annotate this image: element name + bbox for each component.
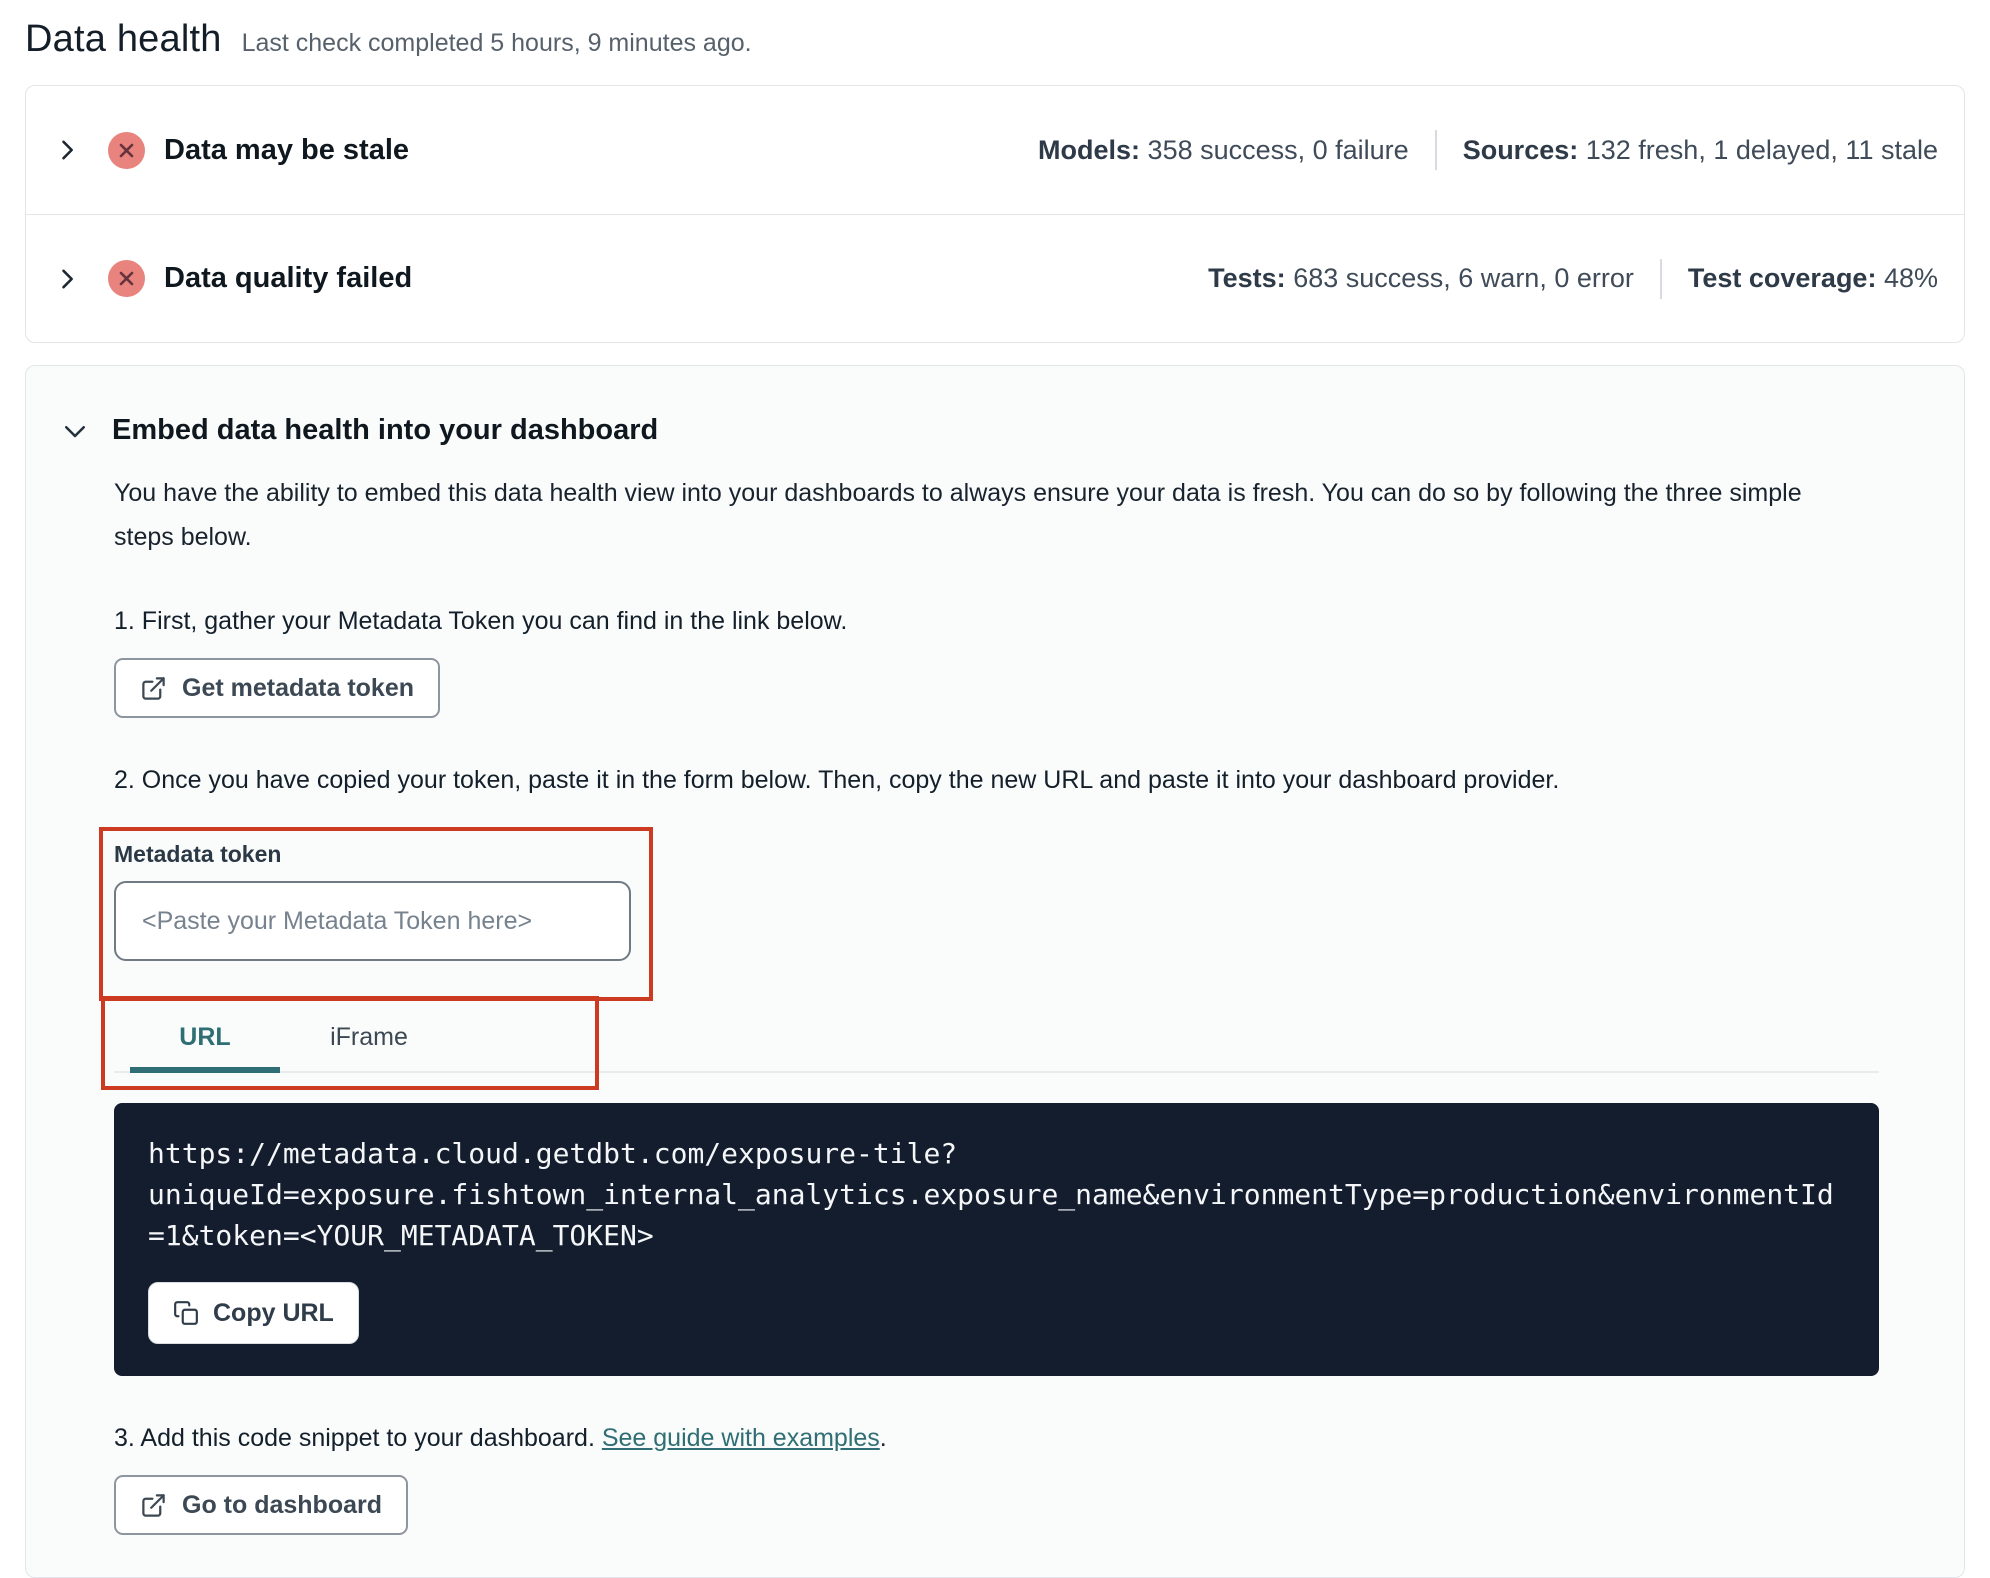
metadata-token-input[interactable]	[114, 881, 631, 961]
step-1-text: 1. First, gather your Metadata Token you…	[114, 607, 848, 635]
status-row-stats: Tests: 683 success, 6 warn, 0 error Test…	[1208, 258, 1938, 299]
get-metadata-token-button[interactable]: Get metadata token	[114, 658, 441, 718]
external-link-icon	[142, 1493, 165, 1517]
metadata-token-group: Metadata token	[99, 827, 653, 1001]
embed-format-tabs: URL iFrame	[101, 996, 1879, 1090]
coverage-stat: Test coverage: 48%	[1688, 263, 1938, 294]
stat-divider	[1659, 258, 1662, 299]
metadata-token-label: Metadata token	[114, 841, 282, 867]
go-to-dashboard-label: Go to dashboard	[182, 1490, 382, 1519]
tab-iframe[interactable]: iFrame	[280, 1007, 458, 1073]
copy-url-button[interactable]: Copy URL	[148, 1282, 359, 1344]
embed-section: Embed data health into your dashboard Yo…	[25, 365, 1965, 1578]
external-link-icon	[142, 676, 165, 700]
models-stat-value: 358 success, 0 failure	[1147, 134, 1409, 165]
embed-url-code-block: https://metadata.cloud.getdbt.com/exposu…	[114, 1103, 1879, 1376]
see-guide-link[interactable]: See guide with examples	[602, 1424, 880, 1452]
chevron-right-icon[interactable]	[52, 264, 82, 294]
status-row-title: Data may be stale	[164, 133, 410, 166]
status-row-quality[interactable]: Data quality failed Tests: 683 success, …	[26, 214, 1964, 342]
go-to-dashboard-button[interactable]: Go to dashboard	[114, 1475, 408, 1535]
copy-icon	[174, 1301, 198, 1325]
models-stat-label: Models:	[1038, 134, 1141, 165]
page-title: Data health	[25, 18, 222, 60]
sources-stat-value: 132 fresh, 1 delayed, 11 stale	[1585, 134, 1938, 165]
tests-stat-label: Tests:	[1208, 263, 1286, 293]
error-status-icon	[108, 131, 145, 169]
sources-stat: Sources: 132 fresh, 1 delayed, 11 stale	[1463, 135, 1938, 166]
status-card: Data may be stale Models: 358 success, 0…	[25, 85, 1965, 343]
step-3-text: 3. Add this code snippet to your dashboa…	[114, 1424, 1879, 1453]
embed-url-text: https://metadata.cloud.getdbt.com/exposu…	[148, 1137, 1834, 1252]
tab-url[interactable]: URL	[130, 1007, 280, 1073]
page-header: Data health Last check completed 5 hours…	[25, 18, 1965, 61]
stat-divider	[1434, 130, 1437, 170]
error-status-icon	[108, 260, 145, 297]
models-stat: Models: 358 success, 0 failure	[1038, 135, 1409, 166]
get-metadata-token-label: Get metadata token	[182, 673, 415, 702]
status-row-stale[interactable]: Data may be stale Models: 358 success, 0…	[26, 86, 1964, 214]
coverage-stat-value: 48%	[1883, 263, 1938, 293]
chevron-down-icon[interactable]	[60, 416, 90, 446]
tests-stat: Tests: 683 success, 6 warn, 0 error	[1208, 263, 1634, 294]
embed-description: You have the ability to embed this data …	[114, 479, 1802, 551]
tests-stat-value: 683 success, 6 warn, 0 error	[1293, 263, 1634, 293]
sources-stat-label: Sources:	[1462, 134, 1579, 165]
chevron-right-icon[interactable]	[52, 135, 82, 165]
status-row-title: Data quality failed	[164, 262, 413, 294]
coverage-stat-label: Test coverage:	[1687, 263, 1877, 293]
step-2-text: 2. Once you have copied your token, past…	[114, 766, 1560, 794]
copy-url-label: Copy URL	[213, 1298, 334, 1327]
step-3-period: .	[879, 1424, 887, 1452]
step-3-prefix: 3. Add this code snippet to your dashboa…	[114, 1424, 602, 1452]
embed-section-title: Embed data health into your dashboard	[112, 414, 659, 446]
last-check-status: Last check completed 5 hours, 9 minutes …	[241, 29, 752, 57]
status-row-stats: Models: 358 success, 0 failure Sources: …	[1038, 130, 1938, 170]
